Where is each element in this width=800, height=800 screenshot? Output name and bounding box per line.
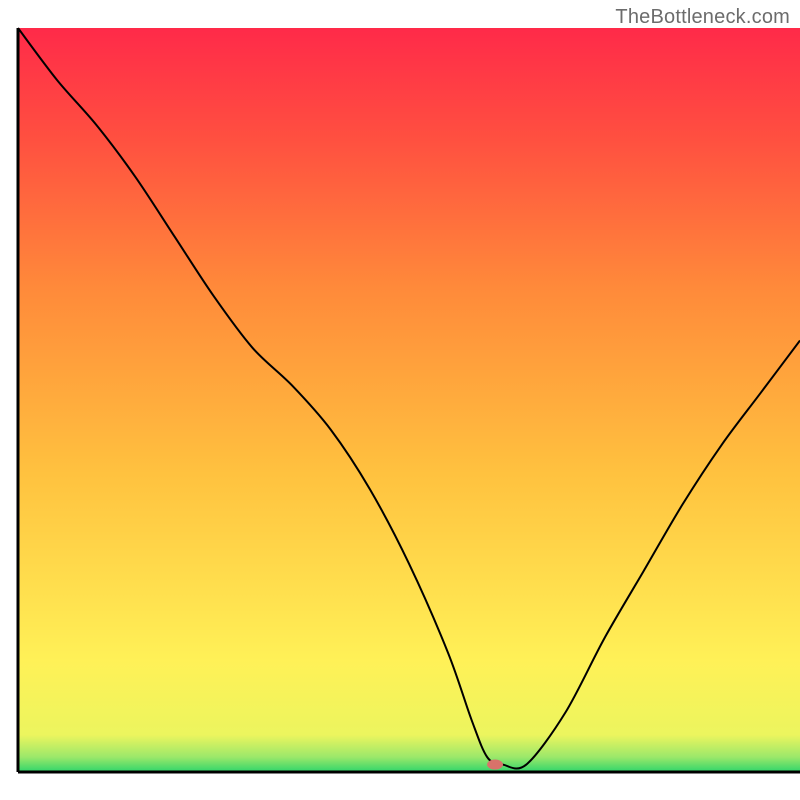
chart-background-gradient (18, 28, 800, 772)
watermark-text: TheBottleneck.com (615, 6, 790, 29)
bottleneck-curve-chart (0, 0, 800, 800)
optimal-point-marker (487, 760, 503, 770)
chart-svg (0, 0, 800, 800)
